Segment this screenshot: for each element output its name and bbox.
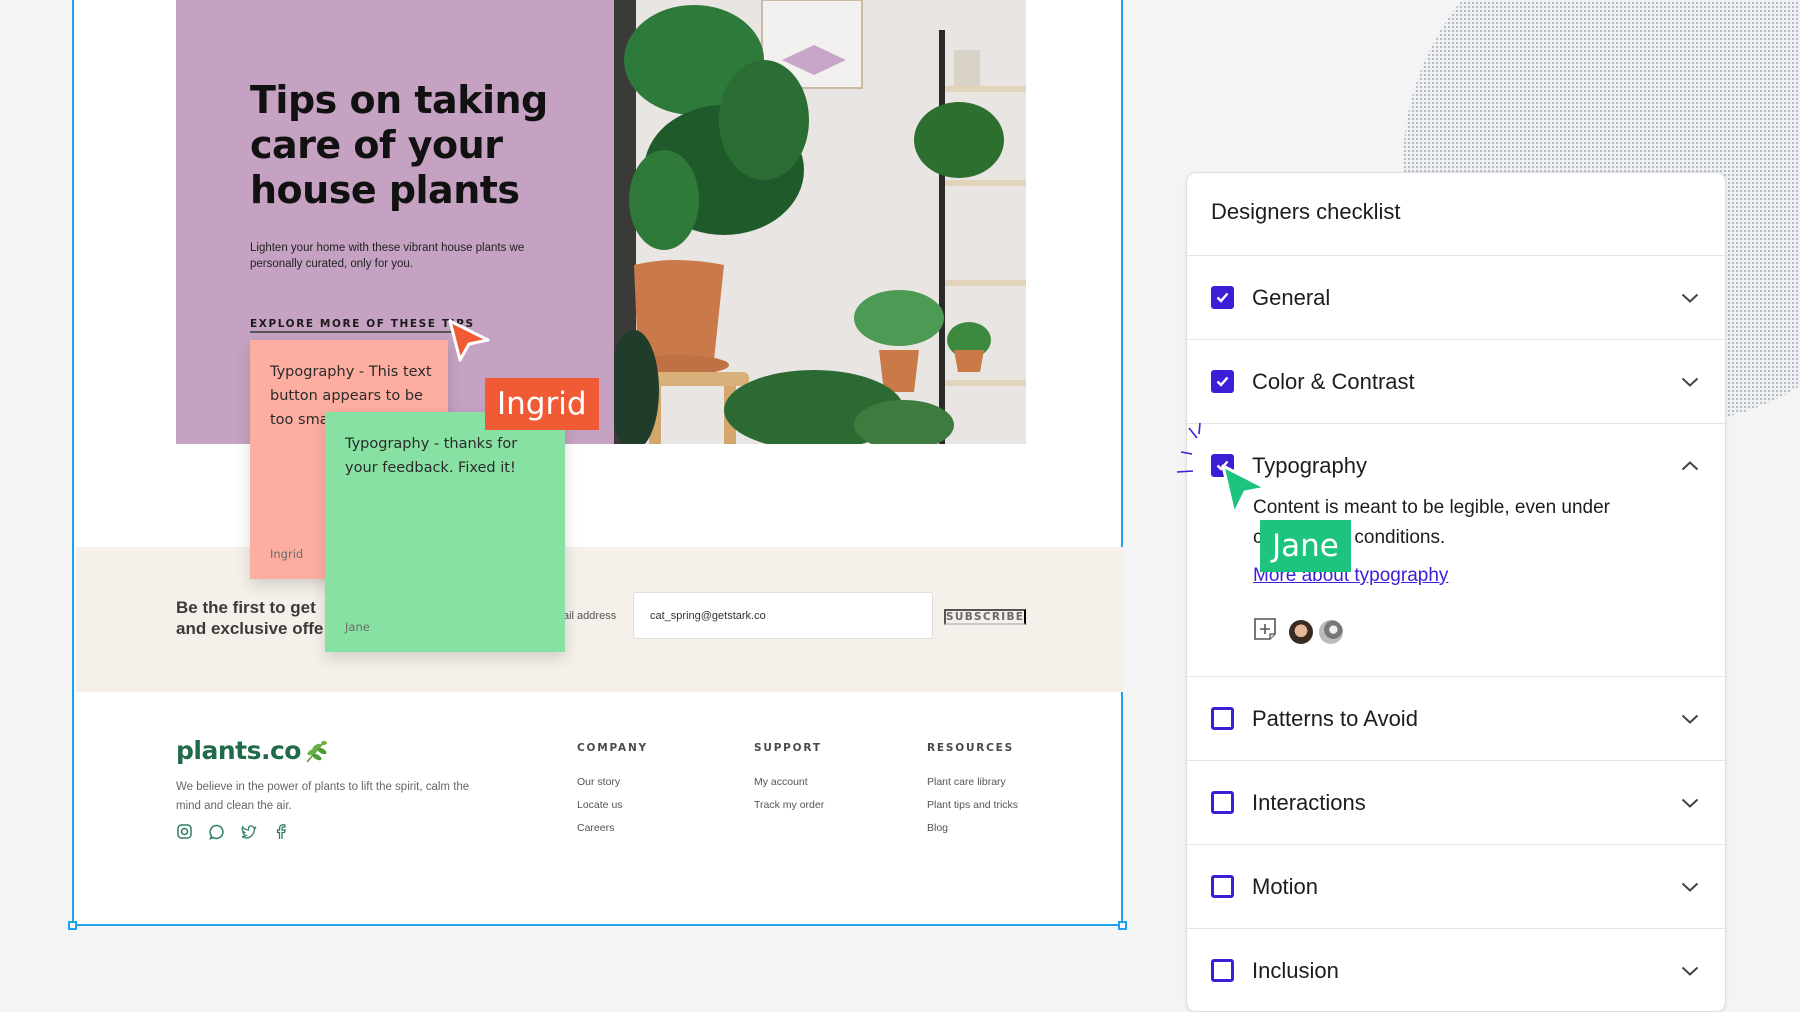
footer-link-careers[interactable]: Careers xyxy=(577,822,648,834)
panel-title: Designers checklist xyxy=(1187,173,1725,256)
leaf-icon xyxy=(306,740,327,762)
plants-photo xyxy=(614,0,1026,444)
checkmark-icon xyxy=(1216,376,1229,387)
checkbox-unchecked[interactable] xyxy=(1211,791,1234,814)
footer-heading-company: COMPANY xyxy=(577,742,648,754)
checklist-item-header[interactable]: Interactions xyxy=(1211,761,1701,844)
newsletter-heading-line2: and exclusive offe xyxy=(176,619,324,638)
click-burst-icon xyxy=(1176,422,1201,473)
footer-column-resources: RESOURCES Plant care library Plant tips … xyxy=(927,742,1018,845)
checklist-item-label: Interactions xyxy=(1252,789,1366,815)
footer-column-company: COMPANY Our story Locate us Careers xyxy=(577,742,648,845)
footer-heading-resources: RESOURCES xyxy=(927,742,1014,754)
newsletter-section: Be the first to get and exclusive offe a… xyxy=(76,547,1123,692)
checklist-item-label: Color & Contrast xyxy=(1252,368,1415,394)
comment-text: Typography - thanks for your feedback. F… xyxy=(345,436,518,476)
plants-co-logo[interactable]: plants.co xyxy=(176,736,329,765)
designers-checklist-panel: Designers checklist General Color & Cont… xyxy=(1186,172,1726,1012)
footer-link-locate-us[interactable]: Locate us xyxy=(577,799,648,811)
checklist-item-header[interactable]: Patterns to Avoid xyxy=(1211,677,1701,760)
checklist-item-label: General xyxy=(1252,284,1331,310)
avatar-ingrid[interactable] xyxy=(1319,619,1343,644)
add-note-icon[interactable] xyxy=(1253,617,1277,646)
comment-author: Ingrid xyxy=(270,547,304,561)
comment-author: Jane xyxy=(345,620,370,634)
instagram-icon[interactable] xyxy=(176,823,193,840)
checklist-item-header[interactable]: General xyxy=(1211,256,1701,339)
checkbox-checked[interactable] xyxy=(1211,370,1234,393)
comment-note-jane[interactable]: Typography - thanks for your feedback. F… xyxy=(325,412,565,652)
newsletter-heading-line1: Be the first to get xyxy=(176,598,316,617)
footer-link-blog[interactable]: Blog xyxy=(927,822,1018,834)
checkbox-unchecked[interactable] xyxy=(1211,959,1234,982)
facebook-icon[interactable] xyxy=(272,823,289,840)
logo-text: plants.co xyxy=(176,736,301,765)
checklist-item-actions xyxy=(1253,617,1701,646)
chevron-up-icon[interactable] xyxy=(1679,455,1701,477)
ingrid-cursor-label: Ingrid xyxy=(485,378,599,430)
checklist-item-interactions: Interactions xyxy=(1187,761,1725,845)
checklist-item-color-contrast: Color & Contrast xyxy=(1187,340,1725,424)
resize-handle-bottom-right[interactable] xyxy=(1118,921,1127,930)
subscribe-button[interactable]: SUBSCRIBE xyxy=(944,609,1027,625)
avatar-jane[interactable] xyxy=(1289,619,1313,644)
twitter-icon[interactable] xyxy=(240,823,257,840)
email-label: ail address xyxy=(563,610,617,622)
checkbox-unchecked[interactable] xyxy=(1211,707,1234,730)
chevron-down-icon[interactable] xyxy=(1679,287,1701,309)
checklist-item-header[interactable]: Color & Contrast xyxy=(1211,340,1701,423)
checklist-item-label: Typography xyxy=(1252,452,1367,478)
whatsapp-icon[interactable] xyxy=(208,823,225,840)
hero-subtitle: Lighten your home with these vibrant hou… xyxy=(250,242,525,270)
jane-cursor-icon xyxy=(1221,464,1268,516)
explore-tips-link[interactable]: EXPLORE MORE OF THESE TIPS xyxy=(250,318,475,333)
design-frame[interactable]: Tips on taking care of your house plants… xyxy=(68,0,1127,930)
footer-tagline: We believe in the power of plants to lif… xyxy=(176,781,470,812)
footer-link-plant-care-library[interactable]: Plant care library xyxy=(927,776,1018,788)
jane-cursor-label: Jane xyxy=(1260,520,1351,572)
footer-link-plant-tips[interactable]: Plant tips and tricks xyxy=(927,799,1018,811)
checklist-item-general: General xyxy=(1187,256,1725,340)
checkbox-checked[interactable] xyxy=(1211,286,1234,309)
newsletter-heading: Be the first to get and exclusive offe xyxy=(176,597,323,639)
checklist-item-label: Inclusion xyxy=(1252,957,1339,983)
plants-photo-illustration xyxy=(614,0,1026,444)
chevron-down-icon[interactable] xyxy=(1679,371,1701,393)
hero-title: Tips on taking care of your house plants xyxy=(250,78,548,212)
checklist-item-patterns-to-avoid: Patterns to Avoid xyxy=(1187,677,1725,761)
chevron-down-icon[interactable] xyxy=(1679,876,1701,898)
chevron-down-icon[interactable] xyxy=(1679,708,1701,730)
resize-handle-bottom-left[interactable] xyxy=(68,921,77,930)
footer-column-support: SUPPORT My account Track my order xyxy=(754,742,824,822)
checkmark-icon xyxy=(1216,292,1229,303)
checklist-item-header[interactable]: Motion xyxy=(1211,845,1701,928)
footer-link-track-order[interactable]: Track my order xyxy=(754,799,824,811)
checklist-item-label: Motion xyxy=(1252,873,1319,899)
checklist-item-motion: Motion xyxy=(1187,845,1725,929)
social-links xyxy=(176,823,289,840)
email-input[interactable] xyxy=(633,592,933,639)
footer-link-our-story[interactable]: Our story xyxy=(577,776,648,788)
ingrid-cursor-icon xyxy=(448,319,490,362)
checklist-item-label: Patterns to Avoid xyxy=(1252,705,1418,731)
chevron-down-icon[interactable] xyxy=(1679,792,1701,814)
chevron-down-icon[interactable] xyxy=(1679,960,1701,982)
checkbox-unchecked[interactable] xyxy=(1211,875,1234,898)
footer-heading-support: SUPPORT xyxy=(754,742,822,754)
footer-link-my-account[interactable]: My account xyxy=(754,776,824,788)
